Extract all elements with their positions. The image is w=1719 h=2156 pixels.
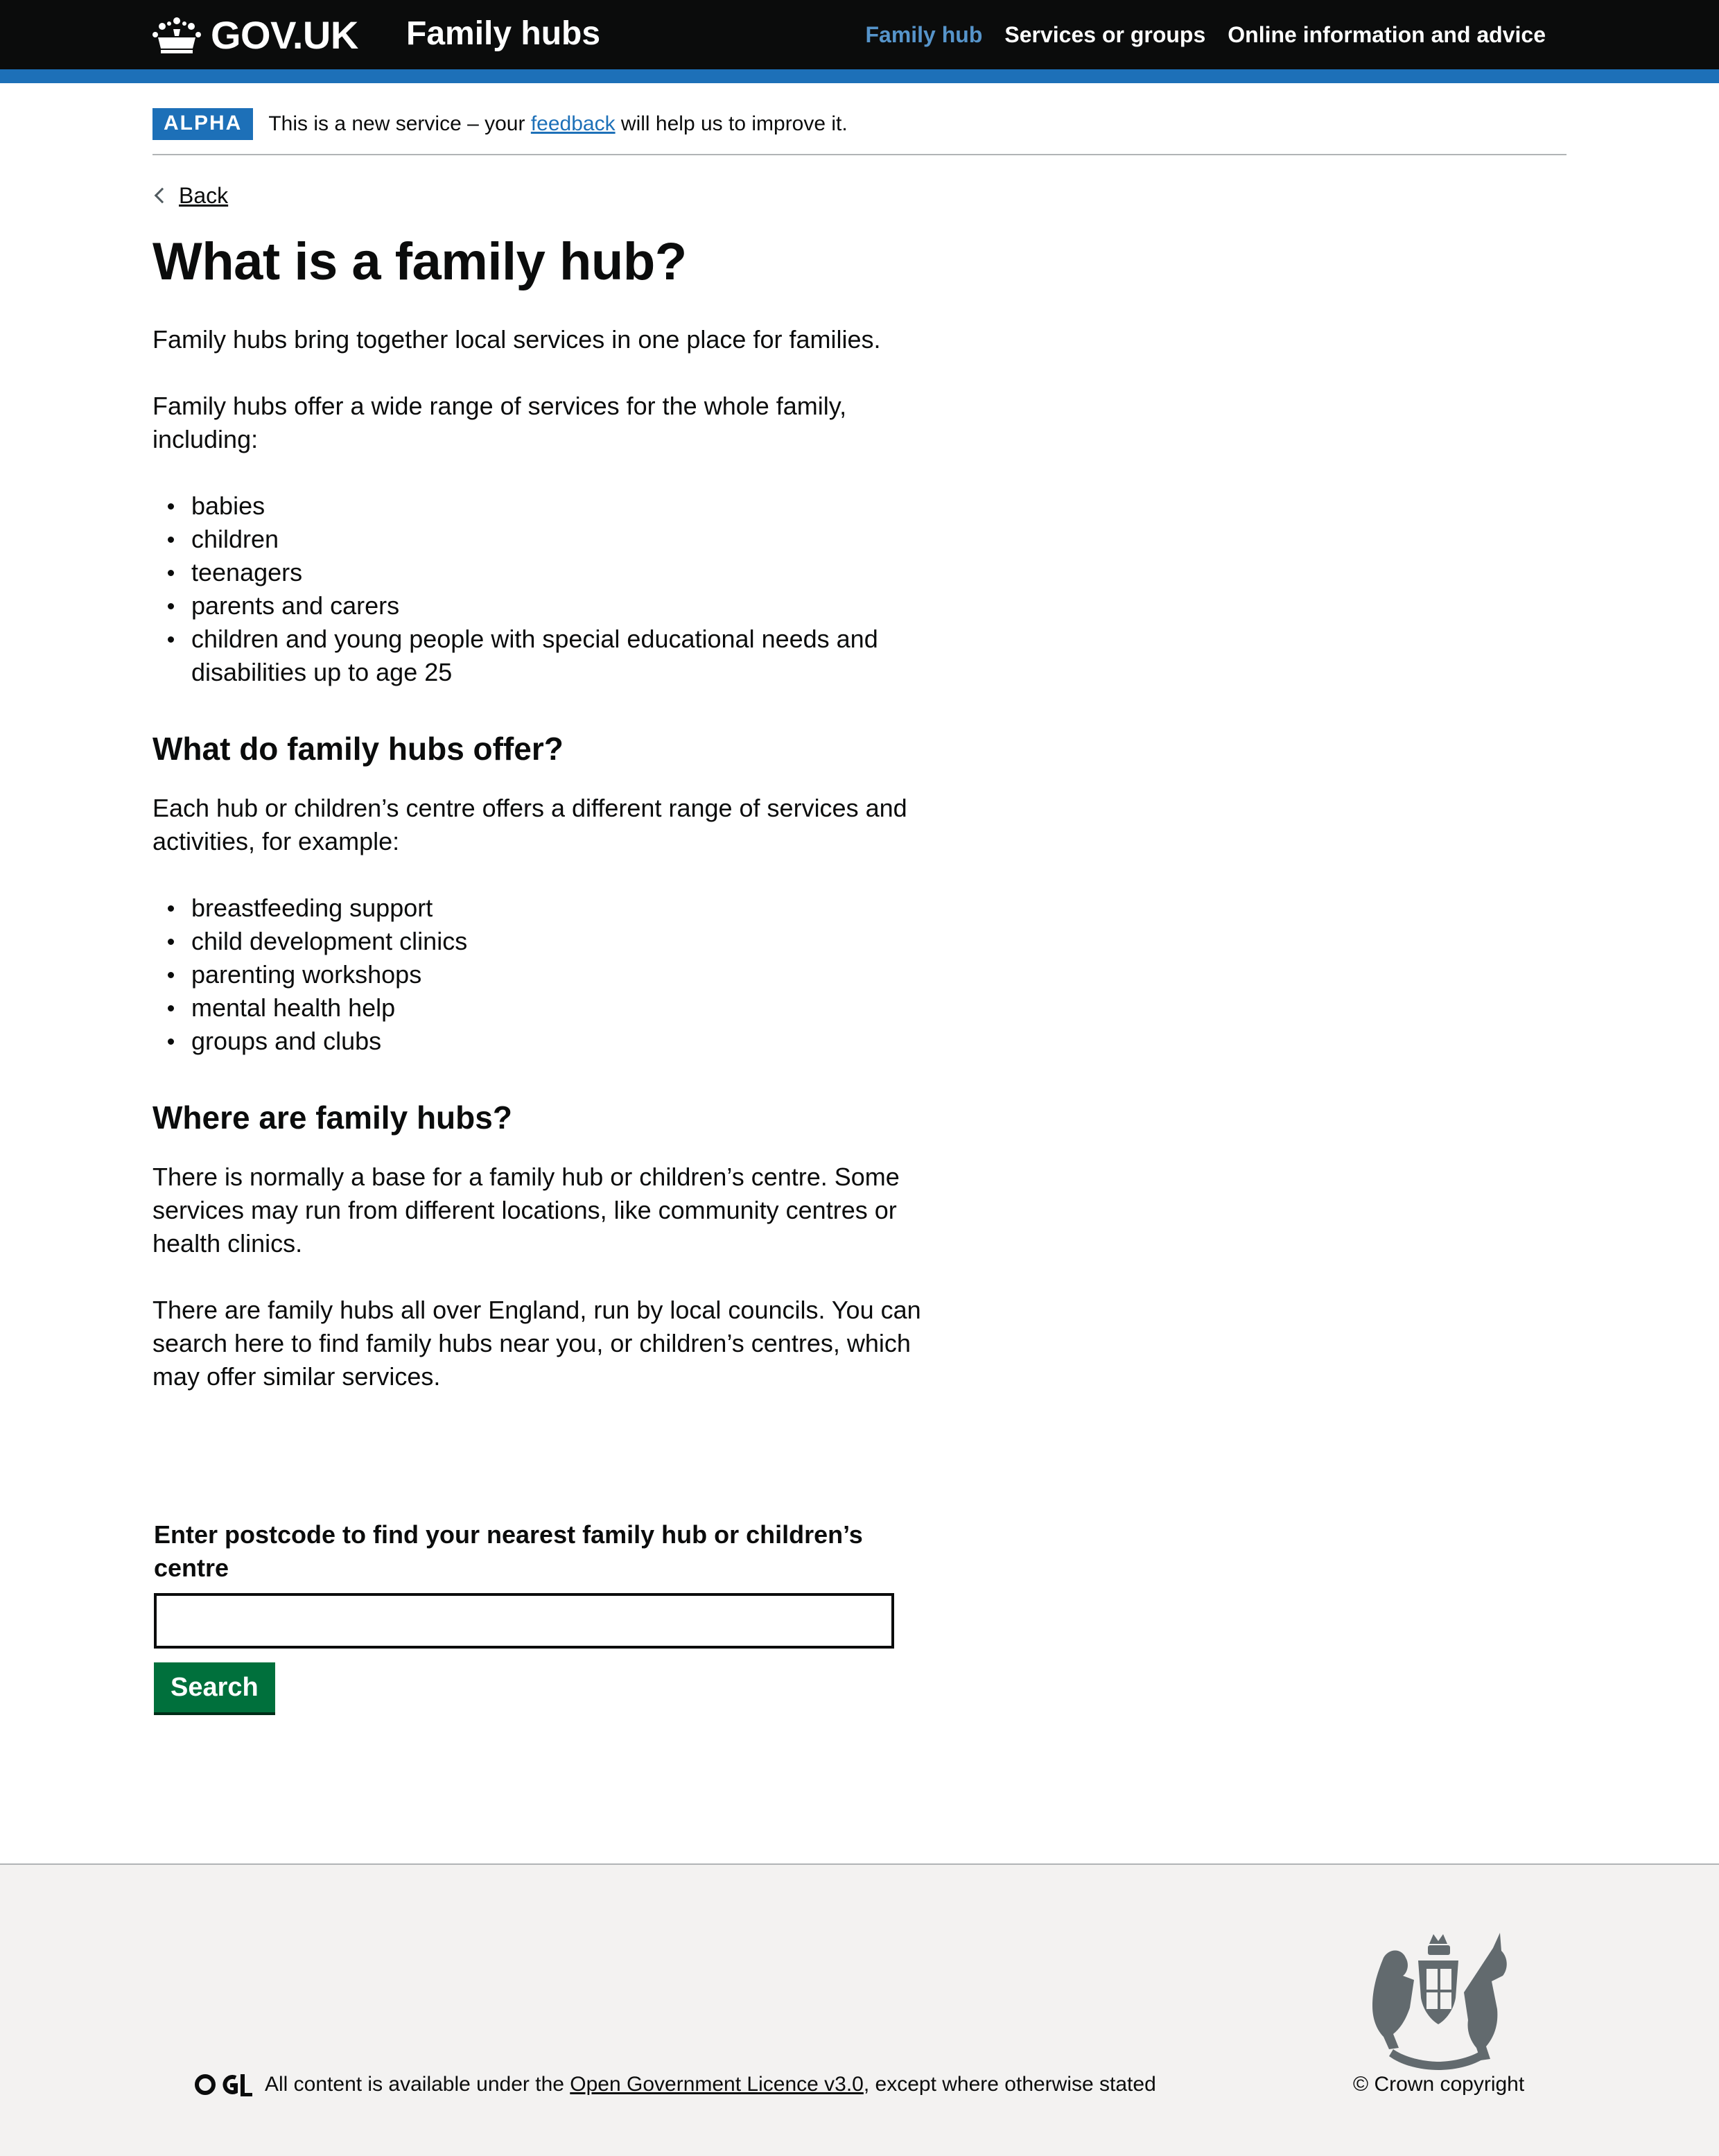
where-paragraph-1: There is normally a base for a family hu… [152, 1163, 900, 1258]
main-content: What is a family hub? Family hubs bring … [152, 229, 936, 1427]
search-button[interactable]: Search [154, 1662, 275, 1712]
intro-paragraph: Family hubs bring together local service… [152, 325, 881, 354]
list-item: teenagers [152, 556, 936, 589]
site-header: GOV.UK Family hubs Family hub Services o… [0, 0, 1719, 69]
phase-banner-text: This is a new service – your feedback wi… [268, 108, 847, 140]
nav-item-online-information[interactable]: Online information and advice [1228, 22, 1546, 48]
back-link-label: Back [179, 182, 229, 208]
chevron-left-icon [154, 187, 171, 204]
page-title: What is a family hub? [152, 232, 687, 291]
header-navigation: Family hub Services or groups Online inf… [865, 15, 1546, 54]
feedback-link[interactable]: feedback [531, 112, 616, 135]
site-footer: All content is available under the Open … [0, 1863, 1719, 2156]
list-item: parents and carers [152, 589, 936, 623]
phase-text-after: will help us to improve it. [615, 112, 848, 135]
royal-coat-of-arms [1372, 1933, 1507, 2070]
list-item: children and young people with special e… [152, 623, 936, 689]
licence-text-before: All content is available under the [265, 2073, 570, 2096]
offer-heading: What do family hubs offer? [152, 731, 564, 767]
phase-text-before: This is a new service – your [268, 112, 531, 135]
where-heading: Where are family hubs? [152, 1099, 512, 1136]
list-item: mental health help [152, 991, 936, 1025]
header-blue-stripe [0, 69, 1719, 83]
list-item: children [152, 523, 936, 556]
audience-list: babies children teenagers parents and ca… [152, 489, 936, 689]
list-item: groups and clubs [152, 1025, 936, 1058]
postcode-label: Enter postcode to find your nearest fami… [154, 1520, 863, 1582]
list-item: parenting workshops [152, 958, 936, 991]
nav-item-family-hub[interactable]: Family hub [865, 22, 982, 48]
licence-text-after: , except where otherwise stated [863, 2073, 1156, 2096]
licence-link[interactable]: Open Government Licence v3.0 [570, 2073, 864, 2096]
service-name-link[interactable]: Family hubs [406, 12, 600, 55]
licence-text: All content is available under the Open … [265, 2070, 1156, 2099]
back-link[interactable]: Back [152, 182, 228, 209]
crown-icon [152, 17, 201, 53]
phase-banner: ALPHA This is a new service – your feedb… [152, 108, 1567, 155]
list-item: breastfeeding support [152, 892, 936, 925]
offers-list: breastfeeding support child development … [152, 892, 936, 1058]
govuk-logo-text: GOV.UK [211, 12, 358, 57]
ogl-logo [195, 2074, 252, 2096]
where-paragraph-2: There are family hubs all over England, … [152, 1296, 921, 1391]
postcode-input[interactable] [154, 1593, 894, 1649]
crown-copyright-link[interactable]: © Crown copyright [1353, 2070, 1524, 2099]
nav-item-services-or-groups[interactable]: Services or groups [1004, 22, 1205, 48]
postcode-search-form: Enter postcode to find your nearest fami… [154, 1518, 896, 1712]
offer-intro-paragraph: Family hubs offer a wide range of servic… [152, 392, 847, 453]
govuk-logo-link[interactable]: GOV.UK [152, 7, 358, 62]
phase-tag: ALPHA [152, 108, 254, 140]
offer-paragraph: Each hub or children’s centre offers a d… [152, 794, 907, 855]
list-item: child development clinics [152, 925, 936, 958]
list-item: babies [152, 489, 936, 523]
